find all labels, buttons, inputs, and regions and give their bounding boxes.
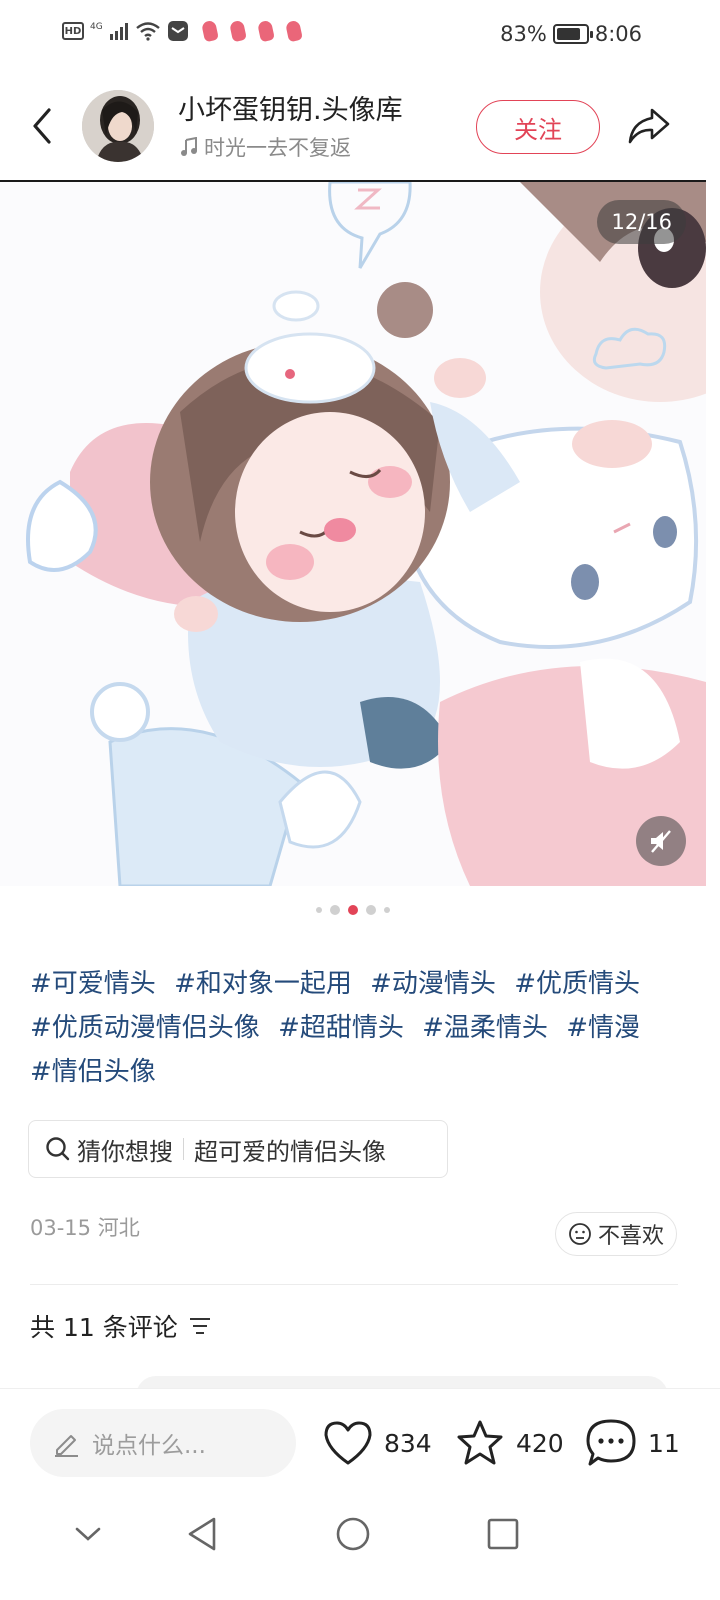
suggest-label: 猜你想搜 (77, 1137, 173, 1166)
hashtag-link[interactable]: #情漫 (566, 1013, 640, 1043)
share-icon (628, 108, 670, 144)
square-recents-icon (487, 1518, 519, 1550)
network-type: 4G (90, 22, 103, 32)
status-bar: HD 4G 83% 8:06 (0, 0, 720, 72)
comment-input-placeholder: 说点什么... (92, 1433, 206, 1459)
like-count: 834 (384, 1428, 432, 1458)
hashtag-link[interactable]: #超甜情头 (278, 1013, 404, 1043)
anime-couple-avatar-illustration (0, 182, 706, 886)
post-date-location: 03-15 河北 (30, 1216, 140, 1240)
music-title: 时光一去不复返 (204, 136, 351, 160)
mute-icon (651, 830, 671, 853)
pagination-dot (366, 905, 376, 915)
music-note-icon (181, 137, 197, 156)
hashtag-link[interactable]: #动漫情头 (370, 969, 496, 999)
cell-signal-icon (109, 23, 128, 40)
pagination-dot (384, 907, 390, 913)
neutral-face-icon (569, 1223, 591, 1245)
pagination-dot (330, 905, 340, 915)
wifi-icon (135, 22, 160, 41)
background-music[interactable]: 时光一去不复返 (180, 132, 351, 162)
chevron-down-icon (75, 1527, 101, 1541)
notification-app-icon (284, 19, 303, 43)
suggest-query: 超可爱的情侣头像 (194, 1137, 386, 1166)
heart-icon (324, 1421, 372, 1465)
image-pagination (0, 903, 706, 917)
hide-keyboard-button[interactable] (66, 1512, 110, 1556)
battery-icon (552, 24, 593, 44)
triangle-back-icon (188, 1517, 216, 1551)
dislike-button[interactable]: 不喜欢 (555, 1212, 677, 1256)
search-icon (46, 1137, 70, 1161)
image-page-counter: 12/16 (597, 200, 686, 244)
circle-home-icon (336, 1517, 370, 1551)
dislike-label: 不喜欢 (597, 1224, 664, 1249)
notification-app-icon (200, 19, 219, 43)
nav-recents-button[interactable] (481, 1512, 525, 1556)
battery-level (556, 28, 581, 40)
system-navigation-bar (0, 1496, 720, 1600)
hashtag-link[interactable]: #优质动漫情侣头像 (30, 1013, 260, 1043)
star-icon (457, 1420, 503, 1465)
section-divider (30, 1284, 678, 1285)
post-header: 小坏蛋钥钥.头像库 时光一去不复返 关注 (0, 82, 720, 180)
mail-app-icon (167, 21, 188, 41)
comment-button[interactable]: 11 (584, 1411, 680, 1475)
hashtag-link[interactable]: #优质情头 (514, 969, 640, 999)
author-avatar[interactable] (82, 90, 154, 162)
comment-input[interactable]: 说点什么... (30, 1409, 296, 1477)
bottom-action-bar: 说点什么... 834 420 11 (0, 1388, 720, 1496)
hashtag-link[interactable]: #情侣头像 (30, 1057, 156, 1087)
back-button[interactable] (22, 104, 62, 148)
pagination-dot-active (348, 905, 358, 915)
author-name[interactable]: 小坏蛋钥钥.头像库 (178, 88, 403, 127)
hashtag-link[interactable]: #温柔情头 (422, 1013, 548, 1043)
nav-back-button[interactable] (180, 1512, 224, 1556)
comment-count-header[interactable]: 共 11 条评论 (30, 1308, 212, 1344)
favorite-button[interactable]: 420 (454, 1411, 564, 1475)
clock: 8:06 (594, 22, 642, 46)
follow-button[interactable]: 关注 (476, 100, 600, 154)
back-icon (33, 108, 51, 144)
comment-count: 11 (648, 1428, 680, 1458)
status-icons-right: 83% 8:06 (500, 22, 642, 46)
hashtag-link[interactable]: #和对象一起用 (174, 969, 352, 999)
sort-icon (189, 1318, 210, 1334)
search-suggestion[interactable]: 猜你想搜 超可爱的情侣头像 (28, 1120, 448, 1178)
hashtag-link[interactable]: #可爱情头 (30, 969, 156, 999)
like-button[interactable]: 834 (322, 1411, 432, 1475)
notification-app-icon (228, 19, 247, 43)
nav-home-button[interactable] (331, 1512, 375, 1556)
comment-bubble-icon (586, 1419, 636, 1466)
favorite-count: 420 (516, 1428, 564, 1458)
battery-percent: 83% (500, 22, 547, 46)
pencil-icon (55, 1435, 78, 1457)
post-image[interactable]: 12/16 (0, 182, 706, 886)
mute-button[interactable] (636, 816, 686, 866)
notification-app-icon (256, 19, 275, 43)
share-button[interactable] (624, 102, 674, 150)
hd-badge: HD (62, 22, 84, 40)
pagination-dot (316, 907, 322, 913)
status-icons-left: HD 4G (62, 19, 303, 43)
comment-count-label: 共 11 条评论 (30, 1313, 178, 1342)
avatar-image (82, 90, 154, 162)
hashtag-list: #可爱情头 #和对象一起用 #动漫情头 #优质情头 #优质动漫情侣头像 #超甜情… (30, 962, 690, 1094)
suggest-separator (183, 1138, 184, 1160)
